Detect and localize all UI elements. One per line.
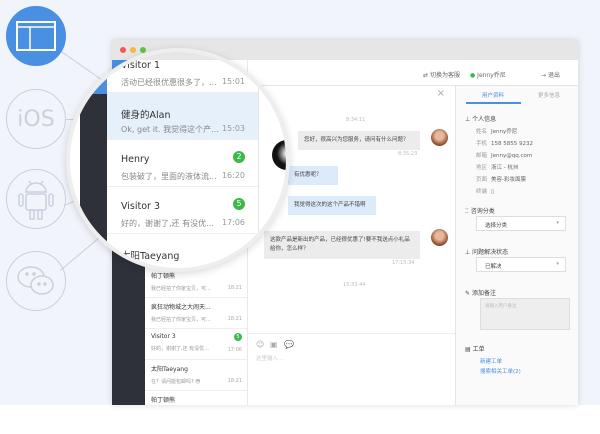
upload-icon: ⊥ [465,249,471,256]
magnifier: Visitor 1 5 活动已经很优惠很多了，... 15:01 健身的Alan Ok,… [66,48,290,272]
list-item[interactable]: Visitor 3 5 好的，谢谢了,还 有没优... 17:06 [145,329,248,360]
message-bubble: 有优惠呢？ [288,166,338,185]
close-chat-icon[interactable]: × [437,88,445,99]
user-info-panel: 用户资料 更多信息 ⊥ 个人信息 姓名 Jenny乔尼 手机 158 5855 92… [455,86,578,405]
pencil-icon: ✎ [465,290,471,297]
message-input-area[interactable]: ☺ ▣ 💬 这里输入... [248,333,455,405]
web-window-icon[interactable] [6,6,66,66]
note-textarea[interactable]: 请输入用户备注 [480,298,570,330]
grid-icon: ⁚⁚ [465,208,469,215]
list-item[interactable]: 太阳Taeyang [107,234,258,268]
visitor-avatar [272,140,286,170]
quick-reply-icon[interactable]: 💬 [284,340,294,349]
list-item[interactable]: 疯狂动物城之大闹天... 我已经拍了你家宝贝，可... 18:21 [145,298,248,329]
section-personal-info: ⊥ 个人信息 [465,116,497,123]
android-icon[interactable] [6,169,66,229]
section-category: ⁚⁚ 咨询分类 [465,208,495,215]
message-input[interactable]: 这里输入... [256,354,283,362]
field-phone: 手机 158 5855 9232 [476,141,534,147]
list-item[interactable]: Visitor 3 5 好的，谢谢了,还 有没优... 17:06 [107,187,258,234]
emoji-icon: 😳 [195,379,201,385]
field-name: 姓名 Jenny乔尼 [476,129,518,135]
unread-badge: 5 [234,333,242,341]
field-email: 邮箱 Jenny@qq.com [476,153,533,159]
mobile-icon: ▯ [491,189,495,195]
message-bubble: 这款产品是新出的产品，已经很优惠了!要不我送点小礼品给你，怎么样？ [264,231,420,259]
online-status-icon: ● [470,72,476,79]
image-icon[interactable]: ▣ [270,340,278,349]
list-item[interactable]: Henry 2 包装破了，里面的液体流... 16:20 [107,140,258,187]
field-page: 页面 美容-彩妆面膜 [476,177,527,183]
unread-badge: 5 [233,198,245,210]
unread-badge: 5 [233,57,245,69]
list-item[interactable]: 太阳Taeyang 在？请问能包邮吗? 😳 18:21 [145,360,248,391]
unread-badge: 2 [233,151,245,163]
list-item-selected[interactable]: 健身的Alan Ok, get it. 我觉得这个产... 15:03 [107,93,258,140]
top-header: ⇄ 切换为客服 ● Jenny乔尼 → 退出 [248,60,578,86]
logout-button[interactable]: → 退出 [541,70,560,79]
switch-agent-button[interactable]: ⇄ 切换为客服 [423,70,460,79]
field-region: 地区 浙江 - 杭州 [476,165,519,171]
list-item[interactable]: 帕丁顿熊 [145,391,248,405]
search-ticket-link[interactable]: 搜索相关工单(2) [480,367,521,375]
new-ticket-link[interactable]: 新建工单 [480,357,502,365]
ios-icon[interactable]: iOS [6,89,66,149]
user-icon: ⊥ [465,116,471,123]
section-ticket: ▤ 工单 [465,346,485,353]
field-device: 终端 ▯ [476,189,495,195]
agent-avatar [431,129,448,146]
wechat-icon[interactable] [6,251,66,311]
list-item[interactable]: Visitor 1 5 活动已经很优惠很多了，... 15:01 [107,52,258,93]
message-bubble: 我觉得这次的这个产品不错啊 [288,196,376,215]
category-select[interactable]: 选择分类 [476,216,566,231]
status-select[interactable]: 已解决 [476,257,566,272]
message-bubble: 您好，很高兴为您服务，请问有什么问题？ [298,131,420,150]
current-user[interactable]: ● Jenny乔尼 [470,70,506,79]
agent-avatar [431,229,448,246]
tab-user-profile[interactable]: 用户资料 [482,91,504,99]
section-note: ✎ 添加备注 [465,290,496,297]
tab-more-info[interactable]: 更多信息 [538,91,560,99]
section-status: ⊥ 问题解决状态 [465,249,509,256]
emoji-icon[interactable]: ☺ [256,340,264,349]
ticket-icon: ▤ [465,346,471,353]
active-tab-indicator [466,102,521,104]
list-item[interactable]: 帕丁顿熊 我已经拍了你家宝贝，可... 18:21 [145,267,248,298]
